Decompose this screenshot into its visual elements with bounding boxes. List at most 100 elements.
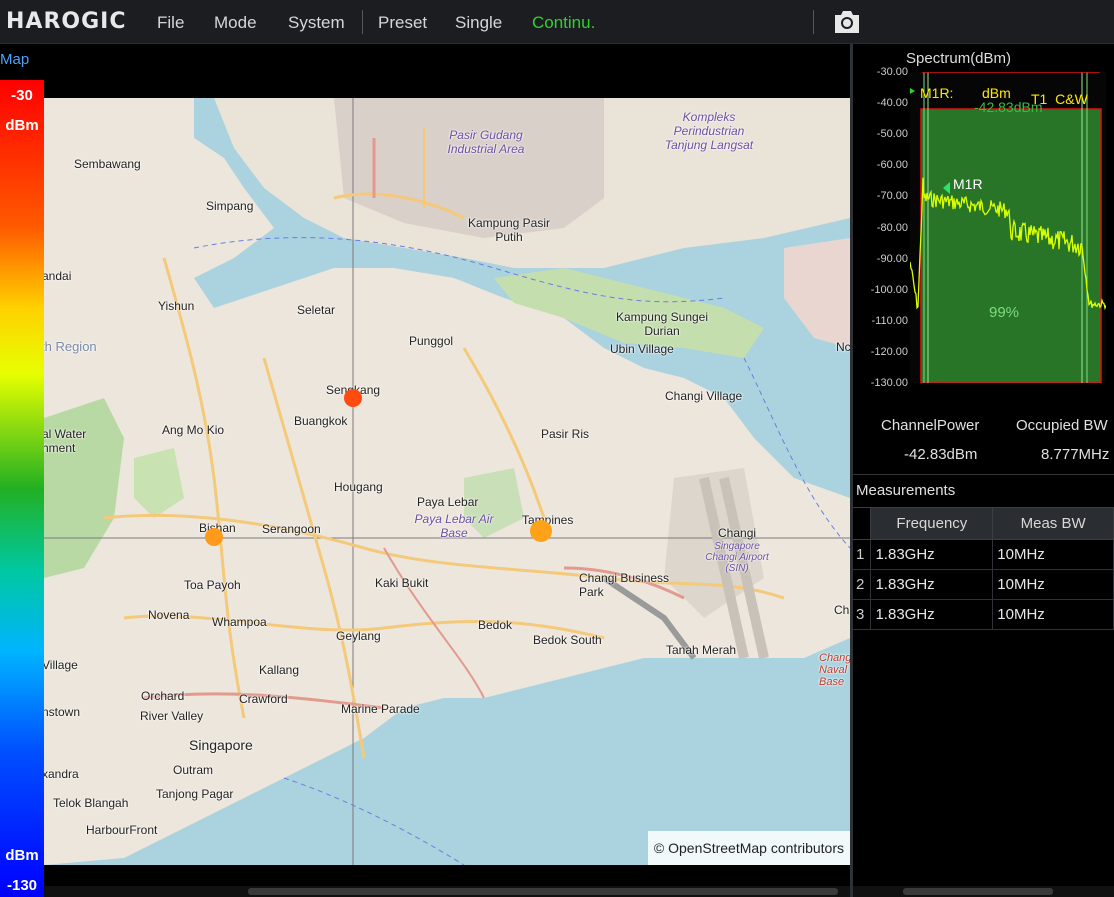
map-place-label: Orchard bbox=[141, 689, 185, 703]
colorbar-max-label: -30 bbox=[11, 87, 33, 104]
frequency-cell[interactable]: 1.83GHz bbox=[870, 539, 994, 570]
table-header-row: Frequency Meas BW bbox=[853, 507, 1114, 540]
map-place-label: Paya Lebar Air Base bbox=[414, 512, 494, 540]
map-place-label: Crawford bbox=[239, 692, 288, 706]
frequency-cell[interactable]: 1.83GHz bbox=[870, 569, 994, 600]
map-place-label: Changi bbox=[718, 526, 757, 540]
marker-readout-label: M1R: bbox=[920, 85, 954, 101]
meas-bw-cell[interactable]: 10MHz bbox=[992, 539, 1114, 570]
signal-marker-bishan[interactable] bbox=[205, 528, 223, 546]
heatmap-map-view[interactable]: Sembawang Simpang Yishun Seletar Punggol… bbox=[44, 98, 850, 865]
menu-continuous[interactable]: Continu. bbox=[532, 13, 595, 33]
measurements-table: Frequency Meas BW 1 1.83GHz 10MHz 2 1.83… bbox=[853, 507, 1114, 630]
map-place-label: Yishun bbox=[158, 299, 195, 313]
scrollbar-thumb[interactable] bbox=[248, 888, 838, 895]
occupied-percent: 99% bbox=[989, 304, 1020, 321]
channel-power-label: ChannelPower bbox=[881, 417, 980, 434]
right-panel-scrollbar[interactable] bbox=[853, 886, 1114, 897]
map-place-label: Singapore bbox=[189, 737, 253, 753]
map-place-label: Kaki Bukit bbox=[375, 576, 429, 590]
map-place-label: andai bbox=[44, 269, 72, 283]
map-place-label: Kompleks Perindustrian Tanjung Langsat bbox=[664, 110, 754, 152]
meas-bw-cell[interactable]: 10MHz bbox=[992, 599, 1114, 630]
map-place-label: Serangoon bbox=[262, 522, 321, 536]
map-place-label: Simpang bbox=[206, 199, 254, 213]
map-place-label: Paya Lebar bbox=[417, 495, 479, 509]
map-place-label: Tanah Merah bbox=[666, 643, 737, 657]
menu-preset[interactable]: Preset bbox=[378, 13, 427, 33]
map-panel-title: Map bbox=[0, 51, 30, 68]
map-place-label: Changi Business Park bbox=[579, 571, 670, 599]
frequency-cell[interactable]: 1.83GHz bbox=[870, 599, 994, 630]
menu-file[interactable]: File bbox=[157, 13, 184, 33]
map-place-label: Punggol bbox=[409, 334, 454, 348]
map-base-layer bbox=[44, 98, 850, 865]
column-header-frequency[interactable]: Frequency bbox=[870, 507, 994, 540]
occupied-bw-label: Occupied BW bbox=[1016, 417, 1108, 434]
map-place-label: Singapore Changi Airport (SIN) bbox=[705, 541, 769, 574]
map-place-label: Tanjong Pagar bbox=[156, 787, 234, 801]
row-index-header bbox=[853, 507, 872, 540]
menu-system[interactable]: System bbox=[288, 13, 345, 33]
menu-single[interactable]: Single bbox=[455, 13, 502, 33]
channel-power-value: -42.83dBm bbox=[904, 446, 978, 463]
menu-separator bbox=[813, 10, 814, 34]
panel-divider[interactable] bbox=[850, 44, 853, 897]
map-place-label: xandra bbox=[44, 767, 79, 781]
y-axis-tick-label: -30.00 bbox=[876, 66, 908, 78]
map-place-label: Ch bbox=[834, 603, 850, 617]
signal-marker-sengkang[interactable] bbox=[344, 389, 362, 407]
map-place-label: Geylang bbox=[336, 629, 381, 643]
map-place-label: Bedok South bbox=[533, 633, 602, 647]
map-place-label: Kampung Sungei Durian bbox=[615, 310, 709, 338]
table-row[interactable]: 3 1.83GHz 10MHz bbox=[853, 599, 1114, 630]
y-axis-tick-label: -120.00 bbox=[870, 345, 908, 358]
y-axis-tick-label: -90.00 bbox=[876, 252, 908, 265]
camera-icon[interactable] bbox=[832, 9, 862, 35]
map-place-label: Pasir Ris bbox=[541, 427, 590, 441]
map-place-label: Telok Blangah bbox=[53, 796, 129, 810]
map-place-label: Toa Payoh bbox=[184, 578, 241, 592]
spectrum-plot[interactable]: M1R: dBm -42.83dBm T1 C&W M1R 99% bbox=[909, 71, 1107, 384]
row-index: 3 bbox=[853, 599, 872, 630]
map-place-label: th Region bbox=[44, 339, 97, 354]
map-place-label: Seletar bbox=[297, 303, 336, 317]
y-axis-tick-label: -50.00 bbox=[876, 128, 908, 141]
measurements-title: Measurements bbox=[856, 482, 956, 499]
map-place-label: Sembawang bbox=[74, 157, 141, 171]
table-row[interactable]: 1 1.83GHz 10MHz bbox=[853, 539, 1114, 570]
map-place-label: Marine Parade bbox=[341, 702, 420, 716]
y-axis-tick-label: -60.00 bbox=[876, 159, 908, 172]
row-index: 1 bbox=[853, 539, 872, 570]
row-index: 2 bbox=[853, 569, 872, 600]
map-place-label: Buangkok bbox=[294, 414, 348, 428]
table-row[interactable]: 2 1.83GHz 10MHz bbox=[853, 569, 1114, 600]
map-place-label: Ang Mo Kio bbox=[162, 423, 225, 437]
y-axis-tick-label: -40.00 bbox=[876, 97, 908, 110]
map-place-label: Village bbox=[44, 658, 78, 672]
map-place-label: Nc bbox=[836, 340, 850, 354]
column-header-meas-bw[interactable]: Meas BW bbox=[992, 507, 1114, 540]
meas-bw-cell[interactable]: 10MHz bbox=[992, 569, 1114, 600]
map-place-label: al Water hment bbox=[44, 427, 87, 455]
occupied-bw-value: 8.777MHz bbox=[1041, 446, 1110, 463]
scrollbar-thumb[interactable] bbox=[903, 888, 1053, 895]
color-scale-bar: -30 dBm dBm -130 bbox=[0, 80, 44, 897]
map-place-label: Changi Naval Base bbox=[819, 652, 850, 688]
menu-mode[interactable]: Mode bbox=[214, 13, 257, 33]
spectrum-trace-svg bbox=[909, 71, 1107, 384]
map-place-label: Ubin Village bbox=[610, 342, 674, 356]
y-axis-tick-label: -110.00 bbox=[871, 314, 909, 327]
map-attribution[interactable]: © OpenStreetMap contributors bbox=[647, 831, 850, 865]
signal-marker-tampines[interactable] bbox=[530, 520, 552, 542]
map-place-label: Hougang bbox=[334, 480, 383, 494]
map-horizontal-scrollbar[interactable] bbox=[44, 886, 850, 897]
map-place-label: Kampung Pasir Putih bbox=[467, 216, 551, 244]
map-place-label: HarbourFront bbox=[86, 823, 158, 837]
app-logo: HAROGIC bbox=[6, 9, 127, 34]
colorbar-unit-bottom: dBm bbox=[5, 847, 39, 864]
colorbar-unit-top: dBm bbox=[5, 117, 39, 134]
marker-tag: M1R bbox=[953, 176, 983, 192]
map-place-label: River Valley bbox=[140, 709, 204, 723]
y-axis-tick-label: -100.00 bbox=[870, 283, 908, 296]
